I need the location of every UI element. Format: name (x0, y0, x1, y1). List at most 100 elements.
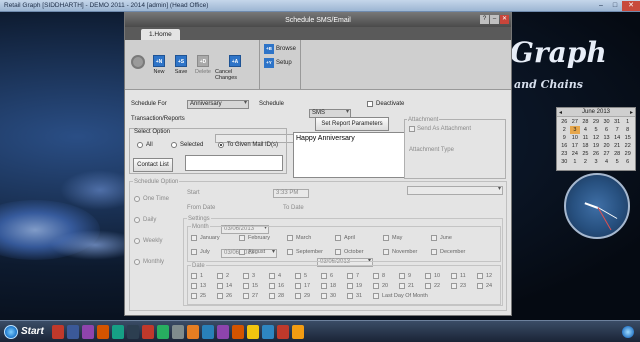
month-option[interactable]: August (239, 249, 265, 255)
month-option[interactable]: June (431, 235, 452, 241)
calendar-day[interactable]: 16 (559, 142, 570, 150)
date-option[interactable]: 6 (321, 273, 333, 279)
calendar-day[interactable]: 4 (601, 158, 612, 166)
month-checkbox[interactable] (383, 235, 389, 241)
dialog-minimize-button[interactable]: – (490, 15, 499, 24)
date-option[interactable]: 25 (191, 293, 206, 299)
date-checkbox[interactable] (321, 273, 327, 279)
month-checkbox[interactable] (431, 235, 437, 241)
date-checkbox[interactable] (425, 283, 431, 289)
calendar-day[interactable]: 21 (612, 142, 623, 150)
month-checkbox[interactable] (239, 249, 245, 255)
date-option[interactable]: 30 (321, 293, 336, 299)
taskbar-app-icon[interactable] (156, 324, 169, 339)
schedule-for-select[interactable]: Anniversary (187, 100, 249, 109)
month-option[interactable]: December (431, 249, 465, 255)
mail-ids-input[interactable] (185, 155, 283, 171)
date-option[interactable]: 21 (399, 283, 414, 289)
calendar-day[interactable]: 24 (570, 150, 581, 158)
calendar-day[interactable]: 31 (612, 118, 623, 126)
calendar-day[interactable]: 7 (612, 126, 623, 134)
date-checkbox[interactable] (477, 283, 483, 289)
calendar-next-button[interactable]: ▸ (630, 109, 633, 116)
date-option[interactable]: 14 (217, 283, 232, 289)
calendar-day[interactable]: 12 (591, 134, 602, 142)
calendar-day[interactable]: 25 (580, 150, 591, 158)
contact-list-button[interactable]: Contact List (133, 158, 173, 172)
radio-monthly[interactable] (134, 259, 140, 265)
date-option[interactable]: 9 (399, 273, 411, 279)
radio-one-time[interactable] (134, 196, 140, 202)
date-option[interactable]: 1 (191, 273, 203, 279)
month-checkbox[interactable] (287, 249, 293, 255)
calendar-day[interactable]: 2 (559, 126, 570, 134)
date-checkbox[interactable] (321, 293, 327, 299)
month-option[interactable]: October (335, 249, 364, 255)
month-checkbox[interactable] (191, 249, 197, 255)
date-checkbox[interactable] (269, 293, 275, 299)
tab-home[interactable]: 1.Home (141, 29, 180, 40)
date-checkbox[interactable] (425, 273, 431, 279)
delete-button[interactable]: +D Delete (193, 43, 213, 89)
calendar-day[interactable]: 15 (622, 134, 633, 142)
calendar-day[interactable]: 5 (612, 158, 623, 166)
taskbar-app-icon[interactable] (66, 324, 79, 339)
taskbar-app-icon[interactable] (246, 324, 259, 339)
calendar-day[interactable]: 26 (559, 118, 570, 126)
date-option[interactable]: 26 (217, 293, 232, 299)
date-checkbox[interactable] (347, 293, 353, 299)
date-option[interactable]: 31 (347, 293, 362, 299)
month-option[interactable]: September (287, 249, 323, 255)
setup-button[interactable]: +Y Setup (264, 58, 296, 68)
date-checkbox[interactable] (451, 273, 457, 279)
date-option[interactable]: 28 (269, 293, 284, 299)
date-checkbox[interactable] (217, 293, 223, 299)
date-checkbox[interactable] (373, 293, 379, 299)
date-option[interactable]: 11 (451, 273, 466, 279)
month-option[interactable]: May (383, 235, 402, 241)
date-option[interactable]: 29 (295, 293, 310, 299)
maximize-button[interactable]: □ (608, 1, 622, 11)
date-option[interactable]: 20 (373, 283, 388, 289)
calendar-day[interactable]: 8 (622, 126, 633, 134)
date-option[interactable]: 16 (269, 283, 284, 289)
calendar-day[interactable]: 17 (570, 142, 581, 150)
calendar-day[interactable]: 3 (569, 126, 581, 134)
month-option[interactable]: July (191, 249, 210, 255)
taskbar-app-icon[interactable] (291, 324, 304, 339)
close-button[interactable]: ✕ (622, 0, 640, 11)
month-checkbox[interactable] (383, 249, 389, 255)
taskbar-app-icon[interactable] (201, 324, 214, 339)
calendar-day[interactable]: 2 (580, 158, 591, 166)
taskbar-app-icon[interactable] (126, 324, 139, 339)
taskbar-app-icon[interactable] (171, 324, 184, 339)
calendar-day[interactable]: 13 (601, 134, 612, 142)
calendar-day[interactable]: 27 (601, 150, 612, 158)
tray-icon[interactable] (622, 325, 634, 338)
taskbar-app-icon[interactable] (81, 324, 94, 339)
date-option[interactable]: 22 (425, 283, 440, 289)
date-checkbox[interactable] (399, 273, 405, 279)
calendar-day[interactable]: 1 (622, 118, 633, 126)
date-option[interactable]: 12 (477, 273, 492, 279)
calendar-day[interactable]: 28 (580, 118, 591, 126)
new-button[interactable]: +N New (149, 43, 169, 89)
month-checkbox[interactable] (431, 249, 437, 255)
date-option[interactable]: 7 (347, 273, 359, 279)
calendar-day[interactable]: 1 (570, 158, 581, 166)
date-checkbox[interactable] (451, 283, 457, 289)
month-option[interactable]: April (335, 235, 355, 241)
date-option[interactable]: 8 (373, 273, 385, 279)
calendar-day[interactable]: 22 (622, 142, 633, 150)
date-checkbox[interactable] (347, 273, 353, 279)
radio-selected[interactable] (171, 142, 177, 148)
date-option[interactable]: 24 (477, 283, 492, 289)
start-time-input[interactable]: 3:33 PM (273, 189, 309, 198)
date-checkbox[interactable] (399, 283, 405, 289)
calendar-day[interactable]: 11 (580, 134, 591, 142)
taskbar-app-icon[interactable] (231, 324, 244, 339)
calendar-day[interactable]: 18 (580, 142, 591, 150)
calendar-day[interactable]: 6 (601, 126, 612, 134)
month-option[interactable]: February (239, 235, 270, 241)
date-checkbox[interactable] (269, 273, 275, 279)
